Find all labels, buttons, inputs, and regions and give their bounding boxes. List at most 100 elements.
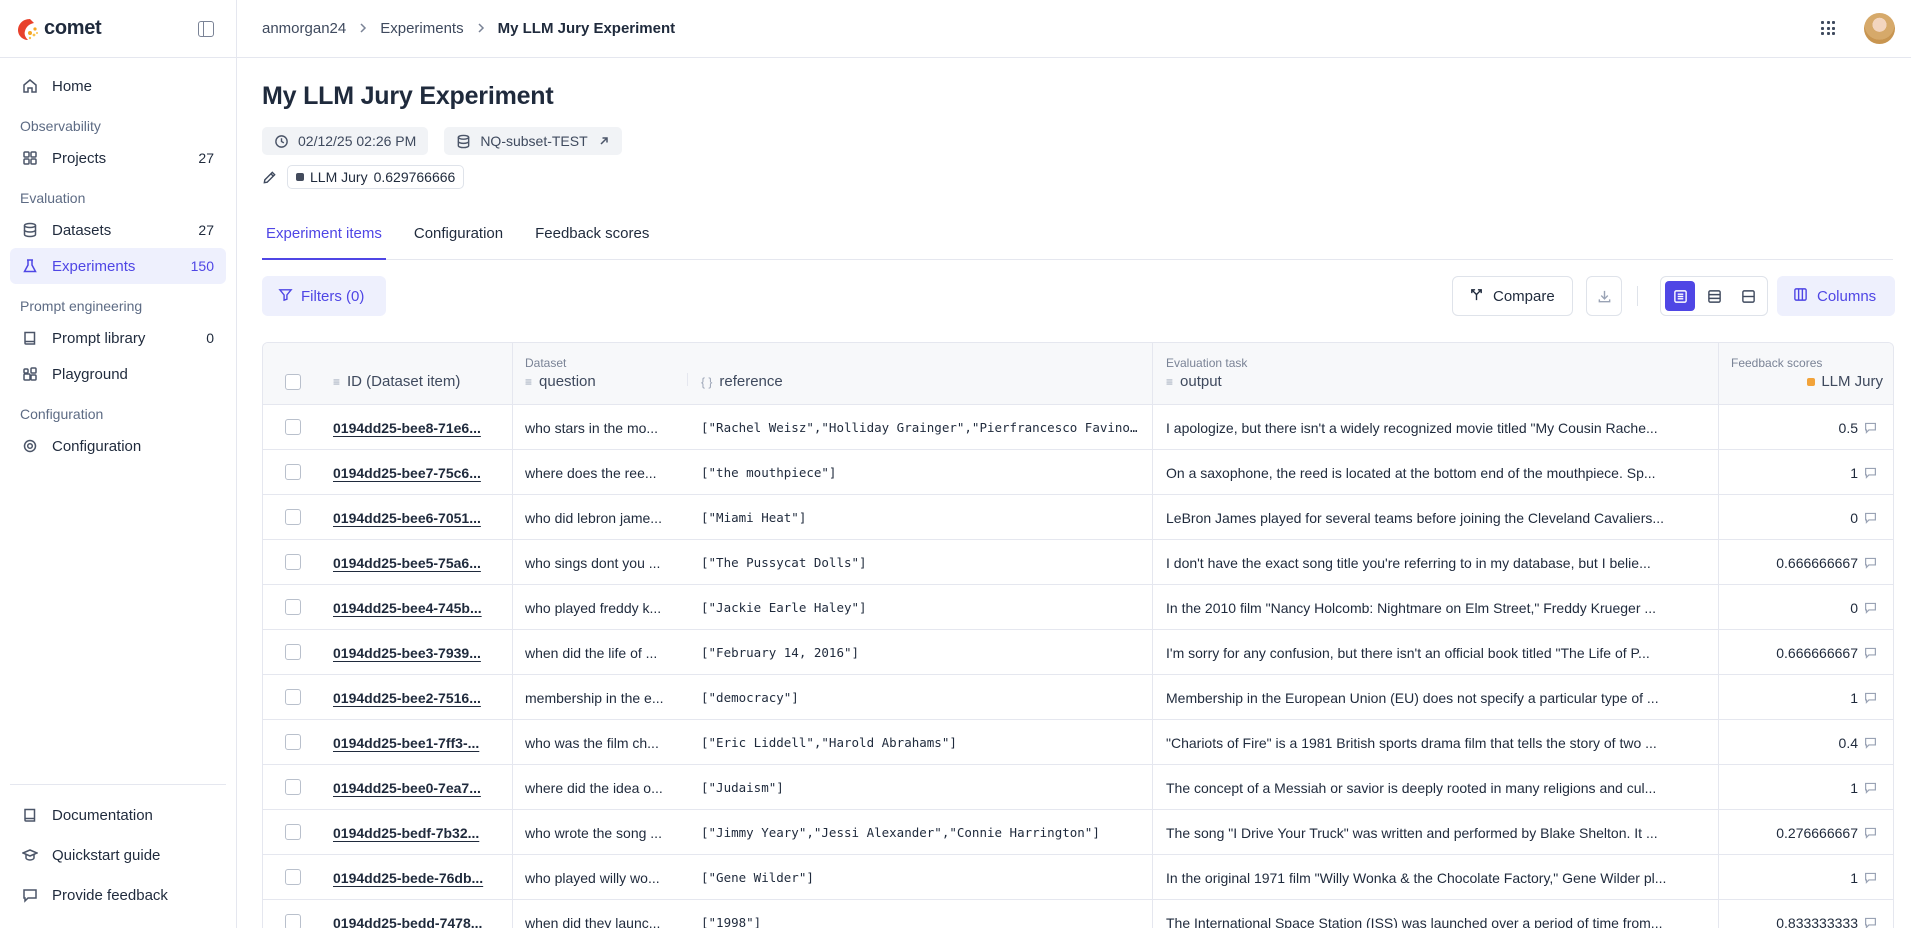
row-checkbox[interactable] bbox=[285, 734, 301, 750]
sidebar-item-datasets[interactable]: Datasets 27 bbox=[10, 212, 226, 248]
row-checkbox[interactable] bbox=[285, 689, 301, 705]
score-value: 0 bbox=[1850, 599, 1858, 616]
tab-configuration[interactable]: Configuration bbox=[410, 221, 507, 260]
comment-icon[interactable] bbox=[1864, 736, 1877, 749]
sidebar-footer: Documentation Quickstart guide Provide f… bbox=[10, 784, 226, 915]
breadcrumb-workspace[interactable]: anmorgan24 bbox=[262, 20, 346, 37]
comment-icon[interactable] bbox=[1864, 646, 1877, 659]
sidebar-collapse-icon[interactable] bbox=[198, 21, 214, 37]
dataset-link-chip[interactable]: NQ-subset-TEST bbox=[444, 127, 622, 155]
table-row[interactable]: 0194dd25-bee4-745b... who played freddy … bbox=[263, 585, 1893, 630]
comment-icon[interactable] bbox=[1864, 826, 1877, 839]
edit-pencil-icon[interactable] bbox=[262, 170, 277, 185]
sidebar-item-home[interactable]: Home bbox=[10, 68, 226, 104]
row-id-link[interactable]: 0194dd25-bedf-7b32... bbox=[333, 810, 505, 855]
rows-large-icon bbox=[1741, 289, 1755, 303]
comment-icon[interactable] bbox=[1864, 556, 1877, 569]
table-row[interactable]: 0194dd25-bee7-75c6... where does the ree… bbox=[263, 450, 1893, 495]
comment-icon[interactable] bbox=[1864, 691, 1877, 704]
table-row[interactable]: 0194dd25-bee3-7939... when did the life … bbox=[263, 630, 1893, 675]
comment-icon[interactable] bbox=[1864, 781, 1877, 794]
apps-grid-icon[interactable] bbox=[1821, 21, 1835, 35]
column-header-llm-jury[interactable]: Feedback scores LLM Jury bbox=[1731, 343, 1883, 405]
section-title-observability: Observability bbox=[20, 118, 101, 134]
row-checkbox[interactable] bbox=[285, 779, 301, 795]
table-row[interactable]: 0194dd25-bedf-7b32... who wrote the song… bbox=[263, 810, 1893, 855]
table-row[interactable]: 0194dd25-bede-76db... who played willy w… bbox=[263, 855, 1893, 900]
row-id-link[interactable]: 0194dd25-bee4-745b... bbox=[333, 585, 505, 630]
row-question: who wrote the song ... bbox=[525, 824, 662, 841]
row-checkbox[interactable] bbox=[285, 914, 301, 928]
table-row[interactable]: 0194dd25-bee0-7ea7... where did the idea… bbox=[263, 765, 1893, 810]
row-id-link[interactable]: 0194dd25-bee3-7939... bbox=[333, 630, 505, 675]
row-id-link[interactable]: 0194dd25-bee2-7516... bbox=[333, 675, 505, 720]
score-value: 0.4 bbox=[1838, 734, 1858, 751]
column-header-question[interactable]: Dataset ≡ question bbox=[525, 343, 685, 405]
comet-logo-icon[interactable] bbox=[16, 15, 40, 43]
row-checkbox[interactable] bbox=[285, 509, 301, 525]
table-row[interactable]: 0194dd25-bedd-7478... when did they laun… bbox=[263, 900, 1893, 928]
table-row[interactable]: 0194dd25-bee1-7ff3-... who was the film … bbox=[263, 720, 1893, 765]
sidebar-item-configuration[interactable]: Configuration bbox=[10, 428, 226, 464]
sidebar-item-prompt-library[interactable]: Prompt library 0 bbox=[10, 320, 226, 356]
row-checkbox[interactable] bbox=[285, 464, 301, 480]
columns-button[interactable]: Columns bbox=[1777, 276, 1895, 316]
tab-feedback-scores[interactable]: Feedback scores bbox=[531, 221, 653, 260]
comment-icon[interactable] bbox=[1864, 511, 1877, 524]
column-header-output[interactable]: Evaluation task ≡ output bbox=[1166, 343, 1666, 405]
row-checkbox[interactable] bbox=[285, 554, 301, 570]
sidebar-item-experiments[interactable]: Experiments 150 bbox=[10, 248, 226, 284]
tab-experiment-items[interactable]: Experiment items bbox=[262, 221, 386, 260]
download-button[interactable] bbox=[1586, 276, 1622, 316]
comment-icon[interactable] bbox=[1864, 466, 1877, 479]
column-divider bbox=[1718, 855, 1719, 899]
sidebar-item-feedback[interactable]: Provide feedback bbox=[10, 875, 226, 915]
row-id-link[interactable]: 0194dd25-bedd-7478... bbox=[333, 900, 505, 928]
row-checkbox[interactable] bbox=[285, 599, 301, 615]
sidebar-item-documentation[interactable]: Documentation bbox=[10, 795, 226, 835]
comment-icon[interactable] bbox=[1864, 916, 1877, 928]
row-checkbox[interactable] bbox=[285, 644, 301, 660]
row-id-link[interactable]: 0194dd25-bee0-7ea7... bbox=[333, 765, 505, 810]
row-id-link[interactable]: 0194dd25-bee1-7ff3-... bbox=[333, 720, 505, 765]
table-header: ≡ ID (Dataset item) Dataset ≡ question {… bbox=[263, 343, 1893, 405]
sidebar: comet Home Observability Projects 27 Eva… bbox=[0, 0, 237, 928]
row-checkbox[interactable] bbox=[285, 824, 301, 840]
avatar[interactable] bbox=[1864, 13, 1895, 44]
table-row[interactable]: 0194dd25-bee2-7516... membership in the … bbox=[263, 675, 1893, 720]
filters-button[interactable]: Filters (0) bbox=[262, 276, 386, 316]
sidebar-item-playground[interactable]: Playground bbox=[10, 356, 226, 392]
sidebar-item-quickstart[interactable]: Quickstart guide bbox=[10, 835, 226, 875]
row-checkbox[interactable] bbox=[285, 869, 301, 885]
row-question: who played freddy k... bbox=[525, 599, 662, 616]
row-llm-jury-score: 1 bbox=[1725, 855, 1877, 900]
column-divider bbox=[1718, 450, 1719, 494]
table-row[interactable]: 0194dd25-bee8-71e6... who stars in the m… bbox=[263, 405, 1893, 450]
row-id-link[interactable]: 0194dd25-bee6-7051... bbox=[333, 495, 505, 540]
row-height-large-button[interactable] bbox=[1733, 281, 1763, 311]
select-all-checkbox[interactable] bbox=[285, 374, 301, 390]
comment-icon[interactable] bbox=[1864, 601, 1877, 614]
comment-icon[interactable] bbox=[1864, 421, 1877, 434]
comment-icon[interactable] bbox=[1864, 871, 1877, 884]
sidebar-item-projects[interactable]: Projects 27 bbox=[10, 140, 226, 176]
compare-button[interactable]: Compare bbox=[1452, 276, 1573, 316]
sidebar-item-label: Configuration bbox=[52, 437, 142, 455]
table-row[interactable]: 0194dd25-bee6-7051... who did lebron jam… bbox=[263, 495, 1893, 540]
row-reference: ["February 14, 2016"] bbox=[701, 645, 860, 660]
row-id-link[interactable]: 0194dd25-bee8-71e6... bbox=[333, 405, 505, 450]
row-id-link[interactable]: 0194dd25-bee7-75c6... bbox=[333, 450, 505, 495]
breadcrumb-experiments[interactable]: Experiments bbox=[380, 20, 463, 37]
table-row[interactable]: 0194dd25-bee5-75a6... who sings dont you… bbox=[263, 540, 1893, 585]
column-header-id[interactable]: ≡ ID (Dataset item) bbox=[333, 343, 503, 405]
row-height-medium-button[interactable] bbox=[1699, 281, 1729, 311]
row-height-compact-button[interactable] bbox=[1665, 281, 1695, 311]
row-id-link[interactable]: 0194dd25-bede-76db... bbox=[333, 855, 505, 900]
row-llm-jury-score: 0.276666667 bbox=[1725, 810, 1877, 855]
column-divider bbox=[512, 450, 513, 494]
row-checkbox[interactable] bbox=[285, 419, 301, 435]
column-resize-handle[interactable] bbox=[687, 373, 688, 386]
column-divider bbox=[512, 765, 513, 809]
row-id-link[interactable]: 0194dd25-bee5-75a6... bbox=[333, 540, 505, 585]
column-header-reference[interactable]: { } reference bbox=[701, 343, 1001, 405]
